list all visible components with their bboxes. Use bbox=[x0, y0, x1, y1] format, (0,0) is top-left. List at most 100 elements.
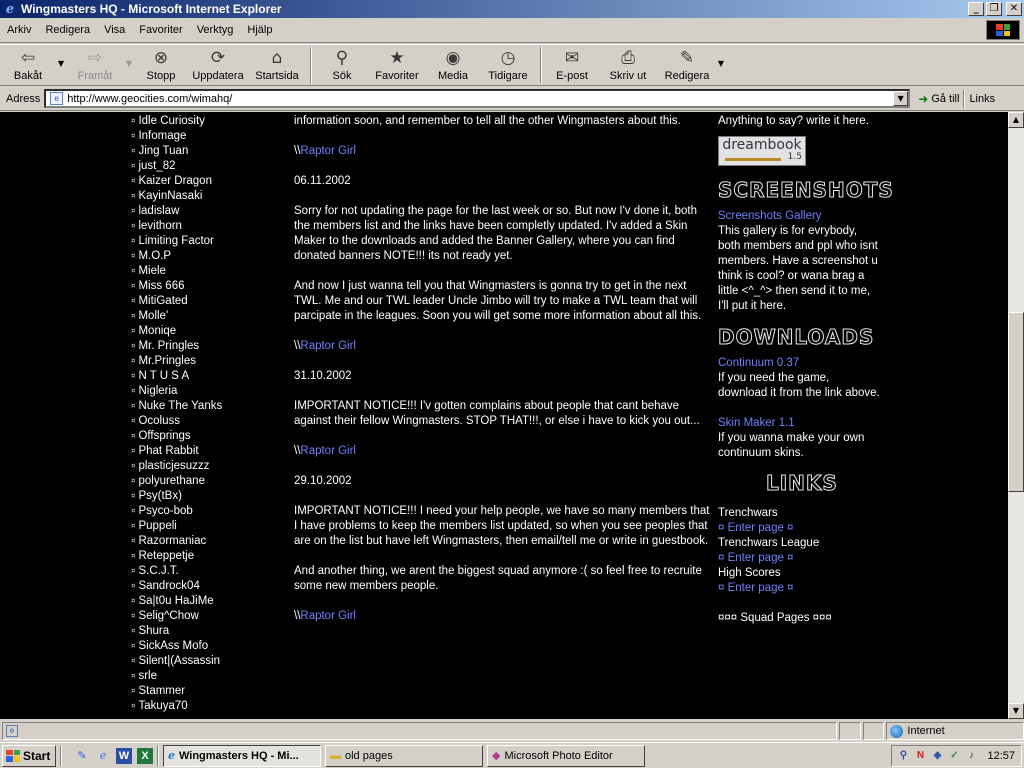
address-url[interactable]: http://www.geocities.com/wimahq/ bbox=[67, 93, 232, 105]
history-button[interactable]: ◷ Tidigare bbox=[480, 45, 536, 85]
media-button[interactable]: ◉ Media bbox=[426, 45, 480, 85]
raptor-girl-link[interactable]: Raptor Girl bbox=[300, 610, 356, 622]
home-icon: ⌂ bbox=[271, 48, 283, 68]
menu-favorites[interactable]: Favoriter bbox=[132, 24, 189, 36]
news-paragraph: Sorry for not updating the page for the … bbox=[294, 205, 698, 262]
quick-launch: ✎ e W X bbox=[74, 747, 153, 764]
links-header: LINKS bbox=[766, 471, 838, 496]
continuum-link[interactable]: Continuum 0.37 bbox=[718, 356, 880, 371]
member-item: ¤ Shura bbox=[131, 624, 281, 639]
task-photo-editor[interactable]: ◆ Microsoft Photo Editor bbox=[487, 744, 645, 767]
maximize-button[interactable]: ❐ bbox=[986, 2, 1002, 16]
bullet-icon: ¤ bbox=[131, 132, 136, 140]
search-tray-icon[interactable]: ⚲ bbox=[896, 749, 910, 763]
menu-bar: Arkiv Redigera Visa Favoriter Verktyg Hj… bbox=[0, 18, 1024, 43]
squad-pages-heading: ¤¤¤ Squad Pages ¤¤¤ bbox=[718, 612, 832, 624]
member-name: Psy(tBx) bbox=[138, 490, 182, 502]
search-button[interactable]: ⚲ Sök bbox=[316, 45, 368, 85]
enter-page-link[interactable]: ¤ Enter page ¤ bbox=[718, 551, 880, 566]
right-sidebar: Anything to say? write it here. dreamboo… bbox=[718, 114, 894, 626]
print-button[interactable]: ⎙ Skriv ut bbox=[598, 45, 658, 85]
task-old-pages[interactable]: ▬ old pages bbox=[325, 744, 483, 767]
raptor-girl-link[interactable]: Raptor Girl bbox=[300, 340, 356, 352]
raptor-girl-link[interactable]: Raptor Girl bbox=[300, 145, 356, 157]
menu-edit[interactable]: Redigera bbox=[38, 24, 97, 36]
address-input[interactable]: e http://www.geocities.com/wimahq/ ▼ bbox=[44, 89, 911, 108]
screenshots-text: This gallery is for evrybody, both membe… bbox=[718, 225, 878, 312]
news-paragraph: IMPORTANT NOTICE!!! I need your help peo… bbox=[294, 505, 710, 547]
forward-dropdown[interactable]: ▼ bbox=[124, 45, 134, 68]
address-dropdown[interactable]: ▼ bbox=[893, 91, 909, 106]
address-bar: Adress e http://www.geocities.com/wimahq… bbox=[0, 87, 1024, 111]
vertical-scrollbar[interactable]: ▲ ▼ bbox=[1008, 112, 1024, 719]
show-desktop-icon[interactable]: ✎ bbox=[74, 748, 90, 764]
skin-maker-text: If you wanna make your own continuum ski… bbox=[718, 432, 865, 459]
bullet-icon: ¤ bbox=[131, 492, 136, 500]
scroll-down-button[interactable]: ▼ bbox=[1008, 703, 1024, 719]
member-name: Puppeli bbox=[138, 520, 177, 532]
mail-button[interactable]: ✉ E-post bbox=[546, 45, 598, 85]
raptor-girl-link[interactable]: Raptor Girl bbox=[300, 445, 356, 457]
enter-page-link[interactable]: ¤ Enter page ¤ bbox=[718, 581, 880, 596]
link-name: Trenchwars League bbox=[718, 537, 820, 549]
edit-button[interactable]: ✎ Redigera bbox=[658, 45, 716, 85]
start-button[interactable]: Start bbox=[2, 744, 56, 767]
word-icon[interactable]: W bbox=[116, 747, 132, 764]
members-list: ¤ Idle Curiosity ¤ Infomage ¤ Jing Tuan ¤ just_… bbox=[131, 114, 281, 714]
bullet-icon: ¤ bbox=[131, 687, 136, 695]
member-item: ¤ levithorn bbox=[131, 219, 281, 234]
go-button[interactable]: ➜ Gå till bbox=[918, 92, 959, 106]
norton-icon[interactable]: N bbox=[913, 749, 927, 763]
menu-file[interactable]: Arkiv bbox=[0, 24, 38, 36]
bullet-icon: ¤ bbox=[131, 612, 136, 620]
favorites-button[interactable]: ★ Favoriter bbox=[368, 45, 426, 85]
back-button[interactable]: ⇦ Bakåt bbox=[0, 45, 56, 85]
page-content: ¤ Idle Curiosity ¤ Infomage ¤ Jing Tuan ¤ just_… bbox=[0, 112, 1008, 719]
bullet-icon: ¤ bbox=[131, 297, 136, 305]
internet-explorer-icon[interactable]: e bbox=[95, 748, 111, 764]
member-item: ¤ Puppeli bbox=[131, 519, 281, 534]
refresh-button[interactable]: ⟳ Uppdatera bbox=[188, 45, 248, 85]
task-internet-explorer[interactable]: e Wingmasters HQ - Mi... bbox=[163, 744, 321, 767]
shield-icon[interactable]: ◈ bbox=[930, 749, 944, 763]
dreambook-button[interactable]: dreambook 1.5 bbox=[718, 136, 806, 166]
windows-logo-icon bbox=[6, 749, 20, 762]
member-name: Sa|t0u HaJiMe bbox=[138, 595, 214, 607]
member-item: ¤ Psy(tBx) bbox=[131, 489, 281, 504]
news-paragraph: And now I just wanna tell you that Wingm… bbox=[294, 280, 702, 322]
menu-help[interactable]: Hjälp bbox=[240, 24, 279, 36]
bullet-icon: ¤ bbox=[131, 222, 136, 230]
bullet-icon: ¤ bbox=[131, 657, 136, 665]
scroll-thumb[interactable] bbox=[1008, 312, 1024, 492]
bullet-icon: ¤ bbox=[131, 147, 136, 155]
bullet-icon: ¤ bbox=[131, 672, 136, 680]
network-icon[interactable]: ✓ bbox=[947, 749, 961, 763]
excel-icon[interactable]: X bbox=[137, 747, 153, 764]
skin-maker-link[interactable]: Skin Maker 1.1 bbox=[718, 416, 880, 431]
member-name: KayinNasaki bbox=[138, 190, 203, 202]
minimize-button[interactable]: _ bbox=[968, 2, 984, 16]
member-item: ¤ M.O.P bbox=[131, 249, 281, 264]
member-item: ¤ Nigleria bbox=[131, 384, 281, 399]
home-button[interactable]: ⌂ Startsida bbox=[248, 45, 306, 85]
member-item: ¤ Miss 666 bbox=[131, 279, 281, 294]
links-button[interactable]: Links bbox=[969, 93, 995, 105]
bullet-icon: ¤ bbox=[131, 537, 136, 545]
taskbar-divider bbox=[60, 745, 62, 766]
forward-button[interactable]: ⇨ Framåt bbox=[66, 45, 124, 85]
stop-button[interactable]: ⊗ Stopp bbox=[134, 45, 188, 85]
member-item: ¤ Moniqe bbox=[131, 324, 281, 339]
screenshots-gallery-link[interactable]: Screenshots Gallery bbox=[718, 209, 880, 224]
scroll-up-button[interactable]: ▲ bbox=[1008, 112, 1024, 128]
member-item: ¤ Mr.Pringles bbox=[131, 354, 281, 369]
menu-view[interactable]: Visa bbox=[97, 24, 132, 36]
volume-icon[interactable]: ♪ bbox=[964, 749, 978, 763]
enter-page-link[interactable]: ¤ Enter page ¤ bbox=[718, 521, 880, 536]
close-button[interactable]: ✕ bbox=[1006, 2, 1022, 16]
edit-dropdown[interactable]: ▼ bbox=[716, 45, 726, 68]
bullet-icon: ¤ bbox=[131, 252, 136, 260]
member-name: Nigleria bbox=[138, 385, 178, 397]
menu-tools[interactable]: Verktyg bbox=[190, 24, 241, 36]
photo-editor-icon: ◆ bbox=[492, 750, 501, 762]
back-dropdown[interactable]: ▼ bbox=[56, 45, 66, 68]
